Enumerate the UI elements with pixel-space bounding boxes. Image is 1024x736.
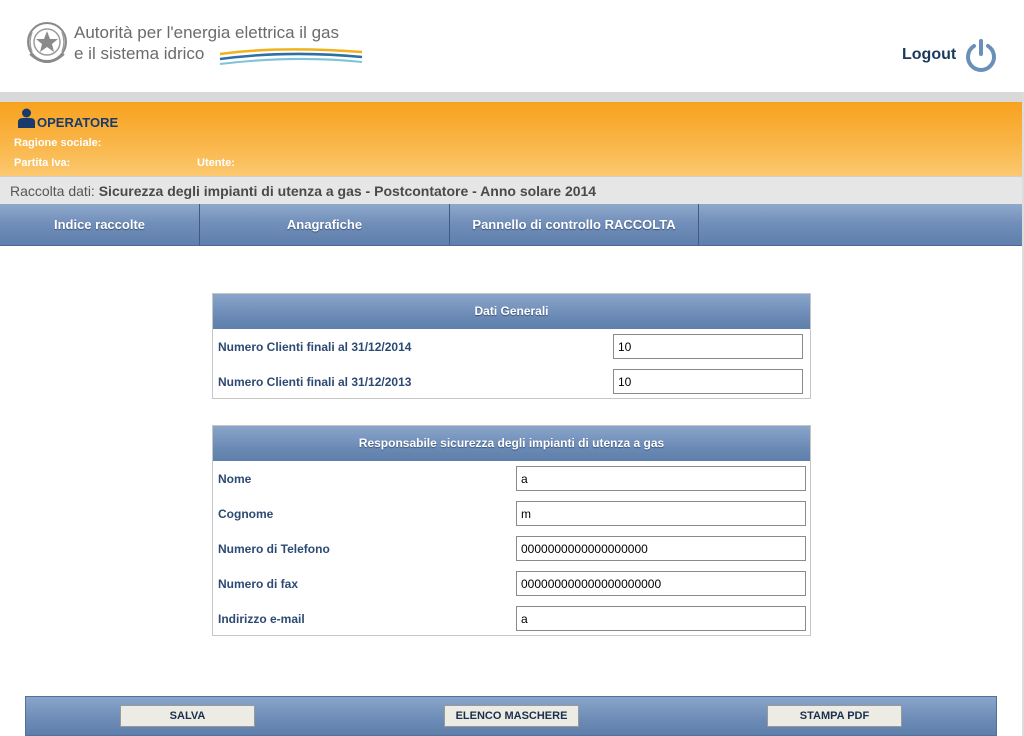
form-row: Numero Clienti finali al 31/12/2013 — [213, 364, 810, 399]
clienti-2013-label: Numero Clienti finali al 31/12/2013 — [218, 375, 412, 389]
raccolta-title: Sicurezza degli impianti di utenza a gas… — [98, 183, 597, 199]
email-label: Indirizzo e-mail — [218, 612, 305, 626]
clienti-2014-label: Numero Clienti finali al 31/12/2014 — [218, 340, 412, 354]
fax-input[interactable] — [516, 571, 806, 596]
stampa-pdf-button[interactable]: STAMPA PDF — [767, 705, 902, 727]
operator-title: OPERATORE — [37, 115, 119, 130]
ragione-sociale-label: Ragione sociale: — [14, 137, 102, 149]
operator-band: OPERATORE Ragione sociale: Partita Iva: … — [0, 102, 1024, 176]
fax-label: Numero di fax — [218, 577, 299, 591]
power-icon[interactable] — [964, 38, 998, 72]
raccolta-prefix: Raccolta dati: — [10, 183, 95, 199]
form-row: Numero di Telefono — [213, 531, 810, 566]
nome-input[interactable] — [516, 466, 806, 491]
telefono-input[interactable] — [516, 536, 806, 561]
user-icon — [18, 108, 35, 128]
clienti-2013-input[interactable] — [613, 369, 803, 394]
header: Autorità per l'energia elettrica il gas … — [0, 0, 1024, 92]
main-nav: Indice raccolte Anagrafiche Pannello di … — [0, 204, 1024, 246]
dati-generali-title: Dati Generali — [213, 294, 810, 329]
nav-item-indice-raccolte[interactable]: Indice raccolte — [0, 204, 200, 245]
elenco-maschere-button[interactable]: ELENCO MASCHERE — [444, 705, 579, 727]
dati-generali-panel: Dati Generali Numero Clienti finali al 3… — [212, 293, 811, 399]
nav-item-pannello-controllo[interactable]: Pannello di controllo RACCOLTA — [450, 204, 699, 245]
raccolta-title-bar: Raccolta dati: Sicurezza degli impianti … — [0, 176, 1024, 204]
form-row: Nome — [213, 461, 810, 496]
partita-iva-label: Partita Iva: — [14, 157, 71, 169]
nav-item-anagrafiche[interactable]: Anagrafiche — [200, 204, 450, 245]
responsabile-title: Responsabile sicurezza degli impianti di… — [213, 426, 810, 461]
header-separator — [0, 92, 1024, 102]
responsabile-panel: Responsabile sicurezza degli impianti di… — [212, 425, 811, 636]
logout-link[interactable]: Logout — [902, 46, 956, 64]
telefono-label: Numero di Telefono — [218, 542, 330, 556]
cognome-input[interactable] — [516, 501, 806, 526]
email-input[interactable] — [516, 606, 806, 631]
cognome-label: Cognome — [218, 507, 274, 521]
logo-waves-icon — [219, 48, 363, 65]
form-row: Numero di fax — [213, 566, 810, 601]
form-row: Indirizzo e-mail — [213, 601, 810, 636]
form-row: Cognome — [213, 496, 810, 531]
clienti-2014-input[interactable] — [613, 334, 803, 359]
utente-label: Utente: — [197, 157, 235, 169]
republic-emblem-icon — [27, 22, 67, 63]
action-bar: SALVA ELENCO MASCHERE STAMPA PDF — [25, 696, 997, 736]
form-row: Numero Clienti finali al 31/12/2014 — [213, 329, 810, 364]
logo-line-1: Autorità per l'energia elettrica il gas — [74, 23, 339, 42]
nome-label: Nome — [218, 472, 252, 486]
salva-button[interactable]: SALVA — [120, 705, 255, 727]
